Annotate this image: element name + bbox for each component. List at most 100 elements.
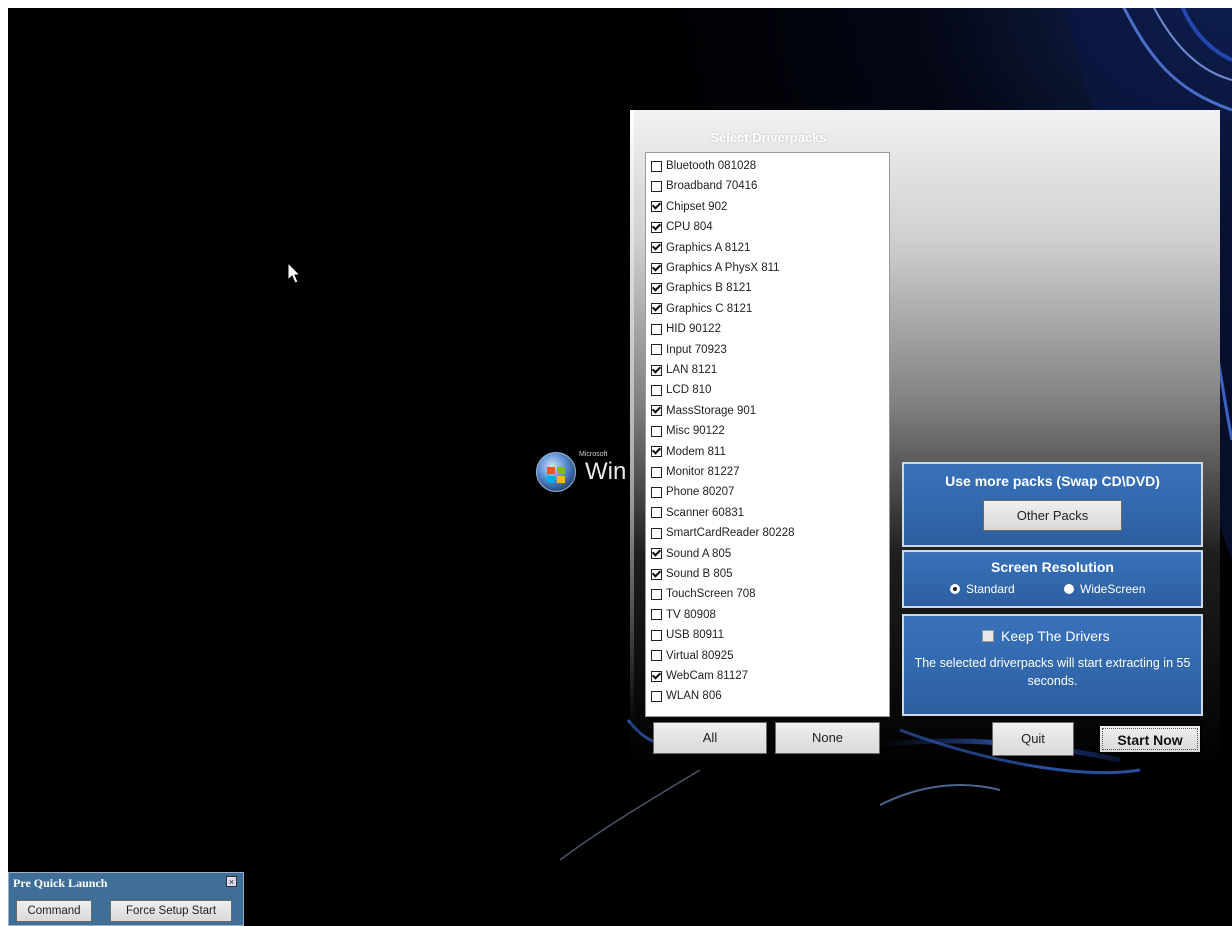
driverpack-label: Graphics C 8121 [666, 302, 753, 315]
command-button[interactable]: Command [16, 900, 92, 922]
driverpack-label: Bluetooth 081028 [666, 160, 757, 172]
driverpack-checkbox[interactable] [651, 690, 662, 702]
driverpack-item[interactable]: Bluetooth 081028 [651, 156, 756, 176]
driverpack-checkbox[interactable] [651, 629, 662, 641]
driverpacks-list[interactable]: Bluetooth 081028 Broadband 70416 Chipset 9… [645, 152, 890, 717]
driverpack-item[interactable]: CPU 804 [651, 217, 713, 237]
driverpack-label: Graphics A 8121 [666, 241, 751, 254]
driverpack-label: Modem 811 [666, 445, 726, 458]
driverpack-label: Chipset 902 [666, 200, 728, 213]
driverpack-checkbox[interactable] [651, 201, 662, 213]
driverpack-label: Sound A 805 [666, 547, 732, 560]
driverpack-item[interactable]: Virtual 80925 [651, 646, 734, 666]
driverpack-checkbox[interactable] [651, 425, 662, 437]
driverpack-checkbox[interactable] [651, 446, 662, 458]
driverpack-label: TV 80908 [666, 608, 716, 621]
driverpack-label: Graphics B 8121 [666, 282, 752, 295]
driverpack-item[interactable]: TV 80908 [651, 605, 716, 625]
driverpack-item[interactable]: SmartCardReader 80228 [651, 523, 795, 543]
driverpack-item[interactable]: WebCam 81127 [651, 666, 748, 686]
driverpack-item[interactable]: Graphics A PhysX 811 [651, 258, 780, 278]
screen-resolution-title: Screen Resolution [991, 559, 1114, 575]
driverpack-item[interactable]: Graphics B 8121 [651, 278, 752, 298]
driverpack-label: WLAN 806 [666, 690, 722, 703]
driverpack-checkbox[interactable] [651, 588, 662, 600]
radio-widescreen[interactable]: WideScreen [1064, 582, 1145, 596]
pre-quick-launch-window: Pre Quick Launch × Command Force Setup S… [8, 872, 244, 926]
driverpack-label: Sound B 805 [666, 568, 733, 580]
driverpack-checkbox[interactable] [651, 160, 662, 172]
driverpack-item[interactable]: USB 80911 [651, 625, 724, 645]
force-setup-start-button[interactable]: Force Setup Start [110, 900, 232, 922]
driverpack-checkbox[interactable] [651, 650, 662, 662]
driverpack-checkbox[interactable] [651, 364, 662, 376]
driverpack-checkbox[interactable] [651, 384, 662, 396]
driverpack-item[interactable]: LAN 8121 [651, 360, 717, 380]
driverpack-label: WebCam 81127 [666, 670, 749, 682]
driverpack-checkbox[interactable] [651, 282, 662, 294]
driverpack-item[interactable]: Broadband 70416 [651, 176, 757, 196]
driverpack-item[interactable]: LCD 810 [651, 380, 711, 400]
other-packs-button[interactable]: Other Packs [983, 500, 1122, 531]
driverpack-label: Graphics A PhysX 811 [666, 262, 780, 274]
driverpack-checkbox[interactable] [651, 405, 662, 417]
driverpack-checkbox[interactable] [651, 527, 662, 539]
driverpack-item[interactable]: Scanner 60831 [651, 503, 744, 523]
more-packs-section: Use more packs (Swap CD\DVD) Other Packs [902, 462, 1203, 547]
driverpack-label: Monitor 81227 [666, 466, 740, 478]
driverpack-checkbox[interactable] [651, 262, 662, 274]
driverpack-item[interactable]: MassStorage 901 [651, 401, 756, 421]
driverpack-checkbox[interactable] [651, 323, 662, 335]
driverpack-label: LAN 8121 [666, 364, 718, 376]
radio-widescreen-label: WideScreen [1080, 582, 1146, 596]
driverpack-item[interactable]: Sound A 805 [651, 544, 731, 564]
driverpack-checkbox[interactable] [651, 344, 662, 356]
radio-widescreen-dot[interactable] [1064, 584, 1074, 594]
driverpack-checkbox[interactable] [651, 568, 662, 580]
radio-standard-label: Standard [966, 582, 1015, 596]
driverpack-item[interactable]: Chipset 902 [651, 197, 727, 217]
more-packs-title: Use more packs (Swap CD\DVD) [945, 473, 1160, 489]
driverpack-item[interactable]: Monitor 81227 [651, 462, 740, 482]
driverpack-checkbox[interactable] [651, 609, 662, 621]
driverpack-item[interactable]: Modem 811 [651, 442, 726, 462]
quick-launch-title: Pre Quick Launch [13, 876, 108, 890]
driverpack-checkbox[interactable] [651, 303, 662, 315]
driverpack-checkbox[interactable] [651, 507, 662, 519]
driverpack-label: Scanner 60831 [666, 506, 745, 519]
driverpack-checkbox[interactable] [651, 486, 662, 498]
windows-orb-icon [536, 452, 576, 492]
close-icon[interactable]: × [226, 876, 237, 887]
keep-drivers-option[interactable]: Keep The Drivers [982, 628, 1110, 644]
driverpack-label: LCD 810 [666, 384, 712, 397]
driverpack-item[interactable]: Misc 90122 [651, 421, 725, 441]
radio-standard-dot[interactable] [950, 584, 960, 594]
mouse-pointer-icon [287, 262, 302, 284]
driverpack-label: Input 70923 [666, 343, 727, 356]
driverpack-checkbox[interactable] [651, 670, 662, 682]
keep-drivers-label: Keep The Drivers [1001, 628, 1110, 644]
driverpack-item[interactable]: HID 90122 [651, 319, 721, 339]
driverpack-checkbox[interactable] [651, 221, 662, 233]
driverpack-item[interactable]: Graphics C 8121 [651, 299, 752, 319]
driverpack-label: Virtual 80925 [666, 649, 734, 662]
driverpack-label: Phone 80207 [666, 486, 735, 499]
driverpack-label: HID 90122 [666, 323, 721, 336]
quit-button[interactable]: Quit [992, 722, 1074, 756]
driverpack-checkbox[interactable] [651, 466, 662, 478]
select-all-button[interactable]: All [653, 722, 767, 754]
driverpack-item[interactable]: Graphics A 8121 [651, 238, 750, 258]
start-now-button[interactable]: Start Now [1098, 724, 1202, 754]
select-none-button[interactable]: None [775, 722, 880, 754]
keep-drivers-checkbox[interactable] [982, 630, 994, 642]
driverpack-item[interactable]: WLAN 806 [651, 686, 722, 706]
driverpack-label: TouchScreen 708 [666, 588, 756, 601]
driverpack-item[interactable]: Sound B 805 [651, 564, 733, 584]
driverpack-item[interactable]: TouchScreen 708 [651, 584, 756, 604]
radio-standard[interactable]: Standard [950, 582, 1015, 596]
driverpack-checkbox[interactable] [651, 548, 662, 560]
driverpack-item[interactable]: Phone 80207 [651, 482, 734, 502]
driverpack-item[interactable]: Input 70923 [651, 340, 727, 360]
driverpack-checkbox[interactable] [651, 180, 662, 192]
driverpack-checkbox[interactable] [651, 242, 662, 254]
